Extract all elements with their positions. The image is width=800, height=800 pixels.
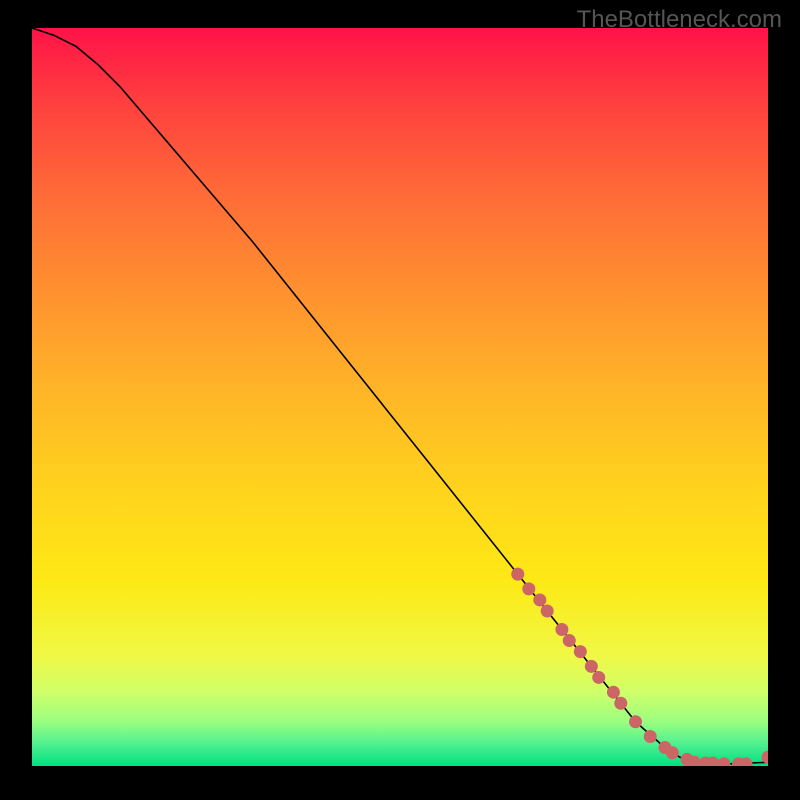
data-point	[533, 593, 546, 606]
data-point	[555, 623, 568, 636]
data-point	[629, 715, 642, 728]
data-point	[585, 660, 598, 673]
chart-plot-area	[32, 28, 768, 766]
attribution-text: TheBottleneck.com	[577, 6, 782, 34]
data-point	[614, 697, 627, 710]
highlighted-points	[511, 568, 768, 766]
chart-svg	[32, 28, 768, 766]
data-point	[762, 751, 769, 764]
data-point	[574, 645, 587, 658]
data-point	[717, 757, 730, 766]
data-point	[666, 746, 679, 759]
data-point	[511, 568, 524, 581]
data-point	[522, 582, 535, 595]
data-point	[607, 686, 620, 699]
data-point	[563, 634, 576, 647]
data-point	[644, 730, 657, 743]
data-point	[541, 605, 554, 618]
curve-line	[32, 28, 768, 764]
data-point	[592, 671, 605, 684]
